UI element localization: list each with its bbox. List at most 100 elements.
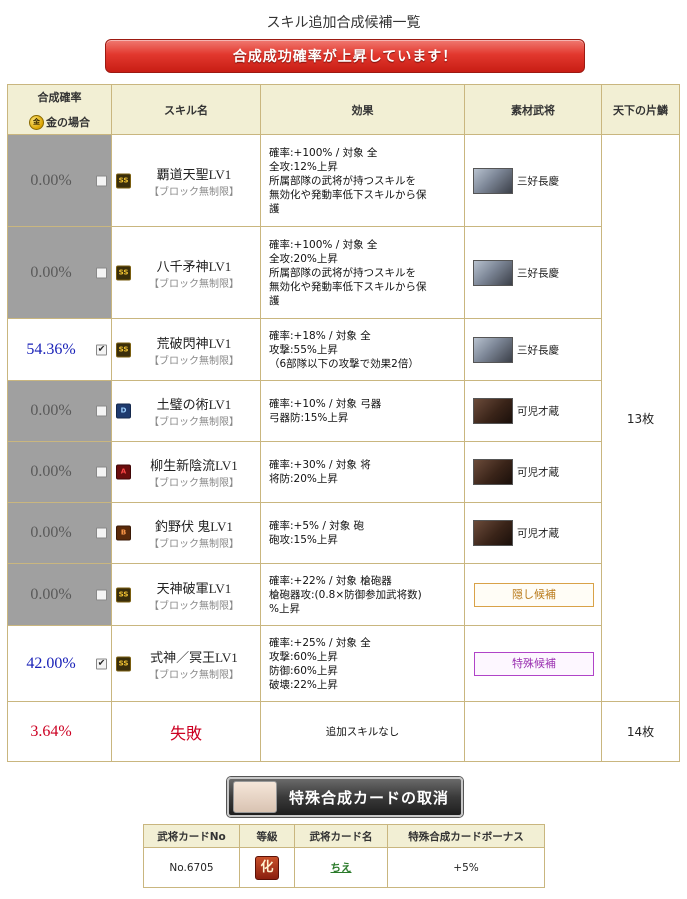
rate-value: 0.00% [30, 171, 72, 189]
general-portrait-icon [473, 167, 513, 194]
material-cell: 可児才蔵 [464, 441, 602, 503]
material-cell: 特殊候補 [464, 625, 602, 702]
effect-line: 確率:+100% / 対象 全 [269, 238, 378, 251]
table-row: 0.00% SS 八千矛神LV1 【ブロック無制限】 確率:+100% / 対象 全全攻… [7, 226, 680, 319]
material-cell: 隠し候補 [464, 563, 602, 626]
rank-ss-icon: SS [116, 173, 131, 188]
header-skill: スキル名 [111, 84, 261, 135]
skill-cell: A 柳生新陰流LV1 【ブロック無制限】 [111, 441, 261, 503]
select-checkbox[interactable] [96, 589, 107, 600]
rank-ss-icon: SS [116, 265, 131, 280]
general-portrait-icon [473, 259, 513, 286]
effect-line: %上昇 [269, 602, 300, 615]
effect-line: 全攻:12%上昇 [269, 160, 338, 173]
rank-ss-icon: SS [116, 587, 131, 602]
card-name-link[interactable]: ちえ [331, 862, 352, 874]
cancel-special-card-button[interactable]: 特殊合成カードの取消 [227, 777, 463, 817]
skill-block-note: 【ブロック無制限】 [149, 478, 239, 489]
fail-tenka-count: 14枚 [601, 701, 680, 762]
tenka-count: 13枚 [601, 134, 680, 702]
general-portrait-icon [473, 398, 513, 424]
effect-line: 防御:60%上昇 [269, 664, 338, 677]
table-row: 0.00% A 柳生新陰流LV1 【ブロック無制限】 確率:+30% / 対象 将将防:… [7, 441, 680, 503]
skill-name: 柳生新陰流LV1 [150, 458, 238, 473]
skill-block-note: 【ブロック無制限】 [149, 539, 239, 550]
skill-block-note: 【ブロック無制限】 [149, 278, 239, 290]
header-tenka: 天下の片鱗 [601, 84, 680, 135]
fail-label: 失敗 [111, 701, 261, 762]
material-name: 可児才蔵 [517, 466, 559, 479]
card-name[interactable]: ちえ [294, 847, 388, 888]
select-checkbox[interactable] [96, 466, 107, 478]
effect-cell: 確率:+100% / 対象 全全攻:12%上昇 所属部隊の武将が持つスキルを 無効化… [260, 134, 465, 227]
fail-material-cell [464, 701, 602, 762]
cancel-special-card-label: 特殊合成カードの取消 [288, 788, 449, 807]
rate-value: 42.00% [26, 654, 76, 672]
rank-ss-icon: SS [116, 656, 131, 671]
general-portrait-icon [473, 459, 513, 485]
rate-value: 0.00% [30, 402, 72, 419]
card-portrait-icon [233, 781, 277, 813]
effect-line: 全攻:20%上昇 [269, 252, 338, 265]
hidden-candidate-button[interactable]: 隠し候補 [474, 582, 594, 607]
gold-coin-icon: 金 [29, 115, 44, 130]
grade-ka-icon: 化 [255, 855, 279, 880]
material-name: 可児才蔵 [517, 527, 559, 540]
candidate-table: 合成確率 スキル名 効果 素材武将 天下の片鱗 金金の場合 0.00% SS 覇道天… [7, 84, 680, 762]
material-cell: 三好長慶 [464, 318, 602, 381]
select-checkbox[interactable] [96, 175, 107, 186]
skill-block-note: 【ブロック無制限】 [149, 417, 239, 428]
rate-cell: 42.00% ✔ [7, 625, 112, 702]
rate-cell: 0.00% [7, 502, 112, 564]
page-title: スキル追加合成候補一覧 [266, 15, 421, 31]
table-row: 42.00% ✔ SS 式神／冥王LV1 【ブロック無制限】 確率:+25% / 対象 全… [7, 625, 680, 702]
skill-cell: B 釣野伏 鬼LV1 【ブロック無制限】 [111, 502, 261, 564]
material-cell: 三好長慶 [464, 226, 602, 319]
header-effect: 効果 [260, 84, 465, 135]
header-rate-gold: 金金の場合 [7, 109, 112, 135]
fail-rate-cell: 3.64% [7, 701, 112, 762]
skill-name: 覇道天聖LV1 [156, 166, 232, 182]
material-name: 可児才蔵 [517, 405, 559, 418]
skill-name: 土璧の術LV1 [156, 397, 232, 412]
card-no: No.6705 [143, 847, 240, 888]
table-row: 0.00% SS 天神破軍LV1 【ブロック無制限】 確率:+22% / 対象 槍砲器槍… [7, 563, 680, 626]
header-material: 素材武将 [464, 84, 602, 135]
special-card-table: 武将カードNo 等級 武将カード名 特殊合成カードボーナス No.6705 化 … [143, 824, 545, 888]
rate-value: 0.00% [30, 524, 72, 541]
select-checkbox[interactable]: ✔ [96, 344, 107, 355]
skill-name: 釣野伏 鬼LV1 [155, 519, 233, 534]
select-checkbox[interactable] [96, 527, 107, 539]
effect-cell: 確率:+10% / 対象 弓器 弓器防:15%上昇 [260, 380, 465, 442]
material-name: 三好長慶 [517, 344, 559, 356]
skill-name: 八千矛神LV1 [156, 258, 232, 274]
effect-line: 確率:+100% / 対象 全 [269, 146, 378, 159]
select-checkbox[interactable]: ✔ [96, 658, 107, 669]
skill-cell: SS 天神破軍LV1 【ブロック無制限】 [111, 563, 261, 626]
card-bonus: +5% [387, 847, 545, 888]
select-checkbox[interactable] [96, 405, 107, 417]
skill-cell: D 土璧の術LV1 【ブロック無制限】 [111, 380, 261, 442]
effect-line: 砲攻:15%上昇 [269, 534, 338, 546]
rate-cell: 0.00% [7, 380, 112, 442]
effect-line: 確率:+18% / 対象 全 [269, 329, 371, 342]
select-checkbox[interactable] [96, 267, 107, 278]
fail-rate: 3.64% [30, 722, 72, 740]
effect-line: 確率:+25% / 対象 全 [269, 636, 371, 649]
skill-cell: SS 荒破閃神LV1 【ブロック無制限】 [111, 318, 261, 381]
skill-block-note: 【ブロック無制限】 [149, 186, 239, 198]
effect-cell: 確率:+5% / 対象 砲砲攻:15%上昇 [260, 502, 465, 564]
rate-value: 0.00% [30, 263, 72, 281]
rate-cell: 0.00% [7, 563, 112, 626]
effect-line: 無効化や発動率低下スキルから保 [269, 280, 427, 293]
effect-line: 攻撃:60%上昇 [269, 650, 338, 663]
fail-row: 3.64% 失敗 追加スキルなし 14枚 [7, 701, 680, 762]
rank-ss-icon: SS [116, 342, 131, 357]
special-candidate-button[interactable]: 特殊候補 [474, 651, 594, 676]
rate-cell: 0.00% [7, 134, 112, 227]
material-cell: 可児才蔵 [464, 502, 602, 564]
success-rate-banner: 合成成功確率が上昇しています！ [105, 39, 585, 73]
skill-name: 天神破軍LV1 [156, 580, 232, 596]
skill-block-note: 【ブロック無制限】 [149, 600, 239, 612]
effect-line: 確率:+5% / 対象 砲 [269, 520, 365, 532]
